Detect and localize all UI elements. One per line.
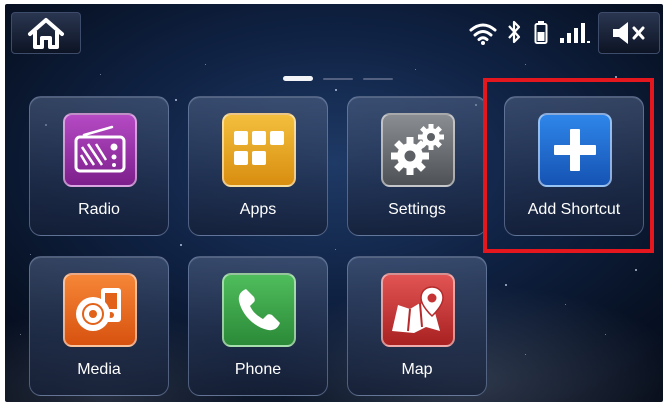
radio-icon: [63, 113, 137, 187]
page-dot-active[interactable]: [283, 76, 313, 81]
home-button[interactable]: [11, 12, 81, 54]
page-dot[interactable]: [323, 78, 353, 80]
battery-icon: [534, 21, 548, 44]
status-indicators: [460, 18, 600, 48]
phone-icon: [222, 273, 296, 347]
signal-strength-icon: [560, 23, 590, 43]
tile-radio[interactable]: Radio: [29, 96, 169, 236]
tile-map[interactable]: Map: [347, 256, 487, 396]
highlight-box: [483, 78, 654, 253]
mute-button[interactable]: [598, 12, 660, 54]
tile-apps[interactable]: Apps: [188, 96, 328, 236]
tile-label-radio: Radio: [78, 201, 120, 218]
page-indicator: [283, 76, 393, 82]
tile-label-phone: Phone: [234, 361, 282, 378]
tile-label-map: Map: [401, 361, 433, 378]
tile-phone[interactable]: Phone: [188, 256, 328, 396]
map-pin-icon: [381, 273, 455, 347]
apps-grid-icon: [222, 113, 296, 187]
media-icon: [63, 273, 137, 347]
status-bar: [5, 4, 663, 60]
settings-gears-icon: [381, 113, 455, 187]
home-icon: [28, 18, 64, 49]
tile-label-settings: Settings: [388, 201, 446, 218]
wifi-icon: [469, 23, 497, 45]
tile-label-apps: Apps: [239, 201, 277, 218]
page-dot[interactable]: [363, 78, 393, 80]
bluetooth-icon: [508, 20, 521, 44]
tile-label-media: Media: [77, 361, 121, 378]
tile-media[interactable]: Media: [29, 256, 169, 396]
mute-icon: [613, 22, 645, 44]
tile-settings[interactable]: Settings: [347, 96, 487, 236]
